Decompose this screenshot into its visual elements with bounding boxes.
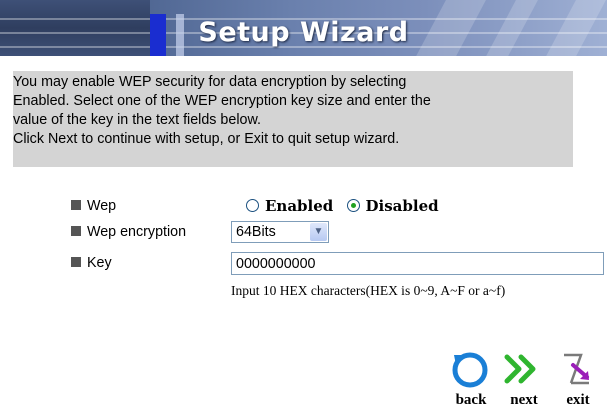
wep-radio-group: Enabled Disabled (246, 194, 447, 218)
bullet-square-icon (71, 257, 81, 267)
encryption-select[interactable]: 64Bits ▼ (231, 221, 329, 243)
page-title: Setup Wizard (198, 17, 409, 48)
wep-label: Wep (71, 194, 116, 218)
next-label: next (510, 392, 538, 408)
bullet-square-icon (71, 200, 81, 210)
exit-button[interactable]: exit (551, 345, 605, 409)
description-line: Enabled. Select one of the WEP encryptio… (13, 93, 431, 109)
wep-label-text: Wep (87, 198, 117, 214)
key-row: Key (0, 251, 607, 275)
wep-disabled-radio[interactable] (346, 199, 360, 212)
description-line: Click Next to continue with setup, or Ex… (13, 131, 400, 147)
wep-disabled-label[interactable]: Disabled (366, 197, 439, 215)
encryption-label-text: Wep encryption (87, 224, 187, 240)
back-button[interactable]: back (444, 345, 498, 409)
back-arrow-icon (452, 352, 488, 388)
encryption-label: Wep encryption (71, 220, 186, 244)
key-label-text: Key (87, 255, 112, 271)
back-label: back (455, 392, 487, 408)
description-line: You may enable WEP security for data enc… (13, 74, 407, 90)
description-line: value of the key in the text fields belo… (13, 112, 261, 128)
chevron-down-icon[interactable]: ▼ (310, 223, 327, 241)
next-button[interactable]: next (497, 345, 551, 409)
description-box: You may enable WEP security for data enc… (13, 71, 573, 167)
exit-arrow-icon (564, 353, 589, 385)
exit-label: exit (566, 392, 590, 408)
encryption-row: Wep encryption 64Bits ▼ (0, 220, 607, 244)
key-label: Key (71, 251, 112, 275)
bullet-square-icon (71, 226, 81, 236)
wep-enabled-radio[interactable] (246, 199, 259, 212)
wizard-header: Setup Wizard (0, 0, 607, 56)
key-input[interactable] (231, 252, 604, 275)
wep-row: Wep Enabled Disabled (0, 194, 607, 218)
wep-enabled-label[interactable]: Enabled (265, 197, 333, 215)
encryption-select-value: 64Bits (236, 224, 276, 240)
double-chevron-right-icon (504, 354, 536, 384)
key-hint: Input 10 HEX characters(HEX is 0~9, A~F … (231, 283, 506, 298)
